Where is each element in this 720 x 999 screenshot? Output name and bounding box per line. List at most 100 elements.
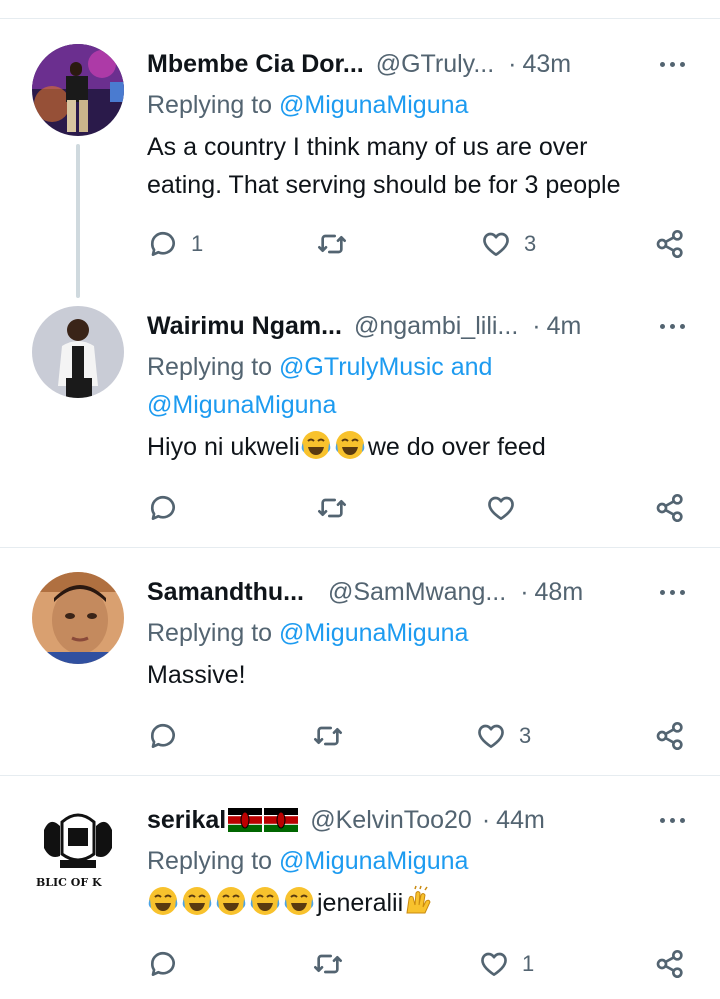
avatar[interactable] <box>32 306 124 398</box>
like-button[interactable]: 3 <box>480 224 536 264</box>
reply-icon <box>150 951 175 976</box>
display-name[interactable]: serikal <box>147 806 226 835</box>
timestamp[interactable]: 4m <box>547 312 582 341</box>
kenya-flag-icon <box>228 808 263 832</box>
avatar[interactable] <box>32 572 124 664</box>
tweet-text: As a country I think many of us are over… <box>147 128 692 204</box>
separator-dot: · <box>520 577 529 606</box>
tweet-text-line: As a country I think many of us are over <box>147 133 588 161</box>
user-handle[interactable]: @KelvinToo20 <box>310 806 472 835</box>
separator-dot: · <box>508 49 517 78</box>
like-icon <box>481 952 507 976</box>
timestamp[interactable]: 43m <box>522 50 571 79</box>
share-icon <box>656 494 683 522</box>
share-icon <box>656 722 683 750</box>
more-icon[interactable] <box>660 306 685 346</box>
laughing-emoji-icon <box>250 887 280 915</box>
action-bar: 1 3 <box>0 224 720 264</box>
laughing-emoji-icon <box>335 431 365 459</box>
mention-link[interactable]: @GTrulyMusic and <box>279 353 492 381</box>
tweet-text-line: Massive! <box>147 661 246 689</box>
reply-icon <box>150 723 175 748</box>
user-handle[interactable]: @ngambi_lili... <box>354 312 518 341</box>
retweet-button[interactable] <box>316 488 348 528</box>
reply-icon <box>150 231 175 256</box>
laughing-emoji-icon <box>148 887 178 915</box>
like-button[interactable] <box>485 488 517 528</box>
retweet-button[interactable] <box>316 224 348 264</box>
avatar[interactable] <box>32 44 124 136</box>
separator-dot: · <box>481 805 491 834</box>
replying-to: Replying to @MigunaMiguna <box>147 91 469 119</box>
display-name[interactable]: Samandthu... <box>147 578 304 607</box>
separator-dot: · <box>532 311 541 340</box>
laughing-emoji-icon <box>301 431 331 459</box>
share-button[interactable] <box>654 488 686 528</box>
retweet-icon <box>314 954 342 974</box>
share-button[interactable] <box>654 944 686 984</box>
more-icon[interactable] <box>660 44 685 84</box>
tweet-text-line: eating. That serving should be for 3 peo… <box>147 171 621 199</box>
coat-of-arms-icon: BLIC OF K <box>32 800 124 892</box>
user-handle[interactable]: @GTruly... <box>376 50 494 79</box>
tweet-text: Hiyo ni ukweli we do over feed <box>147 428 692 466</box>
like-icon <box>483 232 509 256</box>
tweet-text: Massive! <box>147 656 692 694</box>
tweet-header: serikal @KelvinToo20 · 44m <box>147 800 692 840</box>
tweet-header: Samandthu... @SamMwang... · 48m <box>147 572 692 612</box>
share-icon <box>656 230 683 258</box>
display-name[interactable]: Mbembe Cia Dor... <box>147 50 364 79</box>
reply-icon <box>150 495 175 520</box>
raising-hands-emoji-icon <box>406 885 431 914</box>
share-button[interactable] <box>654 224 686 264</box>
top-divider <box>0 18 720 19</box>
mention-link[interactable]: @MigunaMiguna <box>279 91 468 119</box>
display-name[interactable]: Wairimu Ngam... <box>147 312 342 341</box>
tweet-divider <box>0 775 720 776</box>
svg-text:BLIC OF K: BLIC OF K <box>36 876 102 889</box>
retweet-icon <box>318 234 346 254</box>
laughing-emoji-icon <box>182 887 212 915</box>
reply-button[interactable]: 1 <box>147 224 203 264</box>
kenya-flag-icon <box>264 808 299 832</box>
tweet-header: Wairimu Ngam... @ngambi_lili... · 4m <box>147 306 692 346</box>
replying-to: Replying to @MigunaMiguna <box>147 847 469 875</box>
reply-button[interactable] <box>147 488 179 528</box>
mention-link[interactable]: @MigunaMiguna <box>147 391 336 419</box>
timestamp[interactable]: 48m <box>535 578 584 607</box>
like-button[interactable]: 3 <box>475 716 531 756</box>
more-icon[interactable] <box>660 572 685 612</box>
retweet-icon <box>314 726 342 746</box>
avatar[interactable]: BLIC OF K <box>32 800 124 892</box>
like-count: 3 <box>524 231 537 256</box>
tweet-divider <box>0 547 720 548</box>
retweet-button[interactable] <box>312 716 344 756</box>
mention-link[interactable]: @MigunaMiguna <box>279 847 468 875</box>
like-icon <box>478 724 504 748</box>
like-button[interactable]: 1 <box>478 944 534 984</box>
like-count: 3 <box>519 723 532 748</box>
replying-to: Replying to @MigunaMiguna <box>147 619 469 647</box>
action-bar: 1 <box>0 944 720 984</box>
tweet-text: jeneralii <box>147 884 692 922</box>
reply-button[interactable] <box>147 716 179 756</box>
retweet-button[interactable] <box>312 944 344 984</box>
mention-link[interactable]: @MigunaMiguna <box>279 619 468 647</box>
user-handle[interactable]: @SamMwang... <box>328 578 506 607</box>
more-icon[interactable] <box>660 800 685 840</box>
action-bar <box>0 488 720 528</box>
laughing-emoji-icon <box>216 887 246 915</box>
retweet-icon <box>318 498 346 518</box>
replying-to: Replying to @GTrulyMusic and @MigunaMigu… <box>147 353 493 419</box>
timestamp[interactable]: 44m <box>496 806 545 835</box>
reply-count: 1 <box>191 231 204 256</box>
thread-line <box>76 144 80 298</box>
reply-button[interactable] <box>147 944 179 984</box>
like-icon <box>488 496 514 520</box>
share-button[interactable] <box>654 716 686 756</box>
action-bar: 3 <box>0 716 720 756</box>
like-count: 1 <box>522 951 535 976</box>
laughing-emoji-icon <box>284 887 314 915</box>
tweet-header: Mbembe Cia Dor... @GTruly... · 43m <box>147 44 692 84</box>
share-icon <box>656 950 683 978</box>
